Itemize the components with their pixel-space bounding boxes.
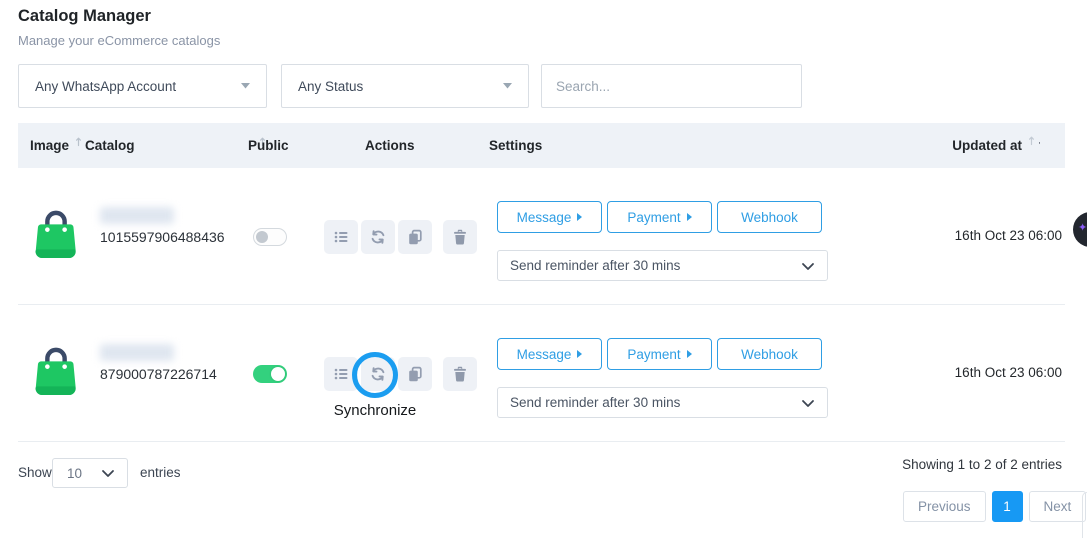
list-icon (333, 366, 349, 382)
synchronize-button[interactable] (361, 357, 395, 391)
status-filter[interactable]: Any Status (281, 64, 529, 108)
show-label: Show (18, 465, 52, 480)
search-input[interactable] (541, 64, 802, 108)
trash-icon (452, 366, 468, 382)
column-header-settings: Settings (489, 123, 542, 168)
message-settings-button[interactable]: Message (497, 338, 602, 370)
catalog-id: 1015597906488436 (100, 229, 225, 245)
catalog-image-shopping-bag-icon (32, 205, 80, 263)
sparkle-icon: ✦ (1078, 221, 1087, 234)
settings-buttons: Message Payment Webhook (497, 201, 822, 233)
column-header-image[interactable]: Image (30, 123, 87, 168)
status-filter-value: Any Status (298, 79, 363, 94)
catalog-image-shopping-bag-icon (32, 342, 80, 400)
sync-icon (370, 229, 386, 245)
whatsapp-account-filter[interactable]: Any WhatsApp Account (18, 64, 267, 108)
payment-settings-button[interactable]: Payment (607, 338, 712, 370)
table-row: 1015597906488436 Message Payment (18, 168, 1065, 305)
synchronize-button[interactable] (361, 220, 395, 254)
toggle-knob (271, 367, 285, 381)
page-size-select[interactable]: 10 (52, 458, 128, 488)
public-toggle[interactable] (253, 365, 287, 383)
message-settings-button[interactable]: Message (497, 201, 602, 233)
table-header: Image Catalog Public Actions Settings Up… (18, 123, 1065, 168)
widget-panel-edge (1082, 492, 1087, 538)
page-size-value: 10 (67, 466, 82, 481)
page-1-button[interactable]: 1 (992, 491, 1023, 522)
pagination: Previous 1 Next (903, 491, 1086, 522)
trash-icon (452, 229, 468, 245)
catalog-items-button[interactable] (324, 357, 358, 391)
page-title: Catalog Manager (18, 7, 151, 26)
caret-right-icon (577, 213, 582, 221)
catalog-name-redacted (100, 207, 174, 224)
toggle-knob (256, 231, 268, 243)
entries-summary: Showing 1 to 2 of 2 entries (902, 457, 1062, 472)
duplicate-button[interactable] (398, 220, 432, 254)
catalog-items-button[interactable] (324, 220, 358, 254)
updated-at: 16th Oct 23 06:00 (955, 365, 1062, 380)
caret-right-icon (687, 213, 692, 221)
sort-desc-icon (1028, 135, 1040, 147)
whatsapp-account-filter-value: Any WhatsApp Account (35, 79, 176, 94)
caret-down-icon (241, 83, 250, 89)
column-header-updated-at[interactable]: Updated at (952, 123, 1040, 168)
public-toggle[interactable] (253, 228, 287, 246)
annotation-label: Synchronize (315, 402, 435, 419)
catalog-manager-page: Catalog Manager Manage your eCommerce ca… (0, 0, 1087, 538)
copy-icon (407, 229, 423, 245)
copy-icon (407, 366, 423, 382)
table-row: 879000787226714 Synchronize Message (18, 305, 1065, 442)
entries-label: entries (140, 465, 181, 480)
duplicate-button[interactable] (398, 357, 432, 391)
column-header-actions: Actions (365, 123, 415, 168)
payment-settings-button[interactable]: Payment (607, 201, 712, 233)
column-header-public: Public (248, 123, 289, 168)
actions-bar (324, 220, 477, 254)
delete-button[interactable] (443, 357, 477, 391)
settings-buttons: Message Payment Webhook (497, 338, 822, 370)
delete-button[interactable] (443, 220, 477, 254)
updated-at: 16th Oct 23 06:00 (955, 228, 1062, 243)
chevron-down-icon (801, 397, 815, 409)
webhook-settings-button[interactable]: Webhook (717, 338, 822, 370)
chevron-down-icon (101, 467, 115, 479)
previous-page-button[interactable]: Previous (903, 491, 986, 522)
caret-right-icon (687, 350, 692, 358)
chevron-down-icon (801, 260, 815, 272)
catalog-name-redacted (100, 344, 174, 361)
next-page-button[interactable]: Next (1029, 491, 1087, 522)
catalog-id: 879000787226714 (100, 366, 217, 382)
reminder-select-value: Send reminder after 30 mins (510, 258, 680, 273)
caret-right-icon (577, 350, 582, 358)
list-icon (333, 229, 349, 245)
page-subtitle: Manage your eCommerce catalogs (18, 33, 220, 48)
reminder-select[interactable]: Send reminder after 30 mins (497, 250, 828, 281)
floating-assistant-button[interactable]: ✦ (1073, 212, 1087, 247)
reminder-select-value: Send reminder after 30 mins (510, 395, 680, 410)
actions-bar (324, 357, 477, 391)
column-header-catalog[interactable]: Catalog (85, 123, 271, 168)
reminder-select[interactable]: Send reminder after 30 mins (497, 387, 828, 418)
sync-icon (370, 366, 386, 382)
webhook-settings-button[interactable]: Webhook (717, 201, 822, 233)
caret-down-icon (503, 83, 512, 89)
